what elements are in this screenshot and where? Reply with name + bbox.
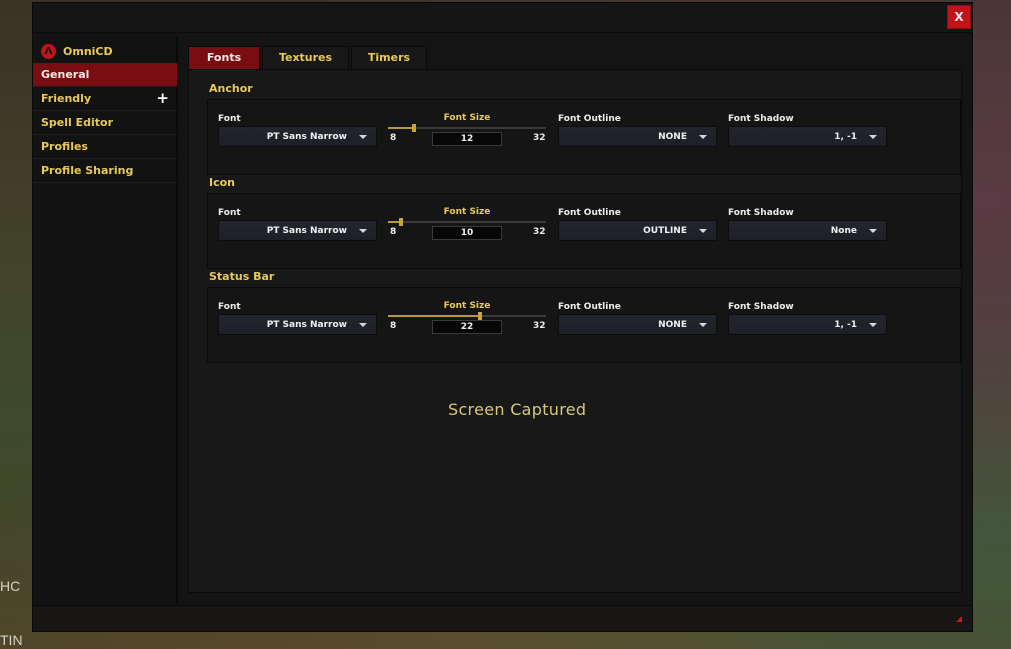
chevron-down-icon (699, 229, 707, 233)
sidebar-item-label: Friendly (41, 92, 92, 105)
brand-name: OmniCD (63, 44, 113, 58)
sidebar-item-spell-editor[interactable]: Spell Editor (33, 111, 177, 135)
sidebar-item-label: Profile Sharing (41, 164, 134, 177)
group-status-bar: Font PT Sans Narrow Font Size 8 22 32 Fo… (207, 287, 961, 363)
font-outline-dropdown[interactable]: NONE (558, 126, 717, 147)
font-shadow-value: None (830, 225, 857, 236)
font-dropdown[interactable]: PT Sans Narrow (218, 126, 377, 147)
content-area: Fonts Textures Timers Anchor Font PT San… (180, 37, 972, 604)
chevron-down-icon (869, 323, 877, 327)
chevron-down-icon (699, 135, 707, 139)
font-dropdown[interactable]: PT Sans Narrow (218, 314, 377, 335)
font-size-min: 8 (390, 133, 397, 143)
font-size-slider[interactable] (388, 124, 546, 132)
chevron-down-icon (359, 323, 367, 327)
font-outline-label: Font Outline (558, 208, 621, 218)
background-text-hc: HC (0, 578, 21, 594)
font-dropdown-value: PT Sans Narrow (266, 131, 347, 142)
chevron-down-icon (359, 135, 367, 139)
font-size-label: Font Size (443, 207, 491, 217)
sidebar-item-profile-sharing[interactable]: Profile Sharing (33, 159, 177, 183)
font-label: Font (218, 114, 241, 124)
font-label: Font (218, 208, 241, 218)
group-title-anchor: Anchor (209, 82, 253, 95)
sidebar-item-label: General (41, 68, 90, 81)
font-dropdown[interactable]: PT Sans Narrow (218, 220, 377, 241)
font-size-min: 8 (390, 321, 397, 331)
font-outline-label: Font Outline (558, 114, 621, 124)
font-shadow-label: Font Shadow (728, 114, 794, 124)
group-title-status-bar: Status Bar (209, 270, 275, 283)
font-dropdown-value: PT Sans Narrow (266, 319, 347, 330)
font-size-slider[interactable] (388, 218, 546, 226)
font-shadow-dropdown[interactable]: 1, -1 (728, 126, 887, 147)
close-button[interactable]: X (947, 5, 971, 29)
font-shadow-label: Font Shadow (728, 302, 794, 312)
font-shadow-dropdown[interactable]: 1, -1 (728, 314, 887, 335)
chevron-down-icon (869, 229, 877, 233)
font-size-slider-thumb[interactable] (412, 124, 417, 132)
resize-grip-icon[interactable] (956, 616, 962, 622)
font-size-slider-thumb[interactable] (478, 312, 483, 320)
group-anchor: Font PT Sans Narrow Font Size 8 12 32 Fo… (207, 99, 961, 175)
omnicd-logo-icon: Λ (41, 43, 56, 59)
font-size-min: 8 (390, 227, 397, 237)
font-shadow-label: Font Shadow (728, 208, 794, 218)
sidebar-nav: General Friendly + Spell Editor Profiles… (33, 63, 177, 183)
window-titlebar[interactable] (33, 3, 972, 33)
font-size-max: 32 (533, 133, 546, 143)
font-size-slider[interactable] (388, 312, 546, 320)
font-size-input[interactable]: 22 (432, 320, 502, 334)
sidebar-item-label: Profiles (41, 140, 88, 153)
font-shadow-dropdown[interactable]: None (728, 220, 887, 241)
font-size-input[interactable]: 12 (432, 132, 502, 146)
brand: Λ OmniCD (41, 42, 113, 60)
font-size-slider-fill (388, 127, 415, 129)
tab-bar: Fonts Textures Timers (188, 46, 429, 69)
font-outline-dropdown[interactable]: OUTLINE (558, 220, 717, 241)
expand-plus-icon[interactable]: + (156, 87, 169, 110)
font-size-label: Font Size (443, 301, 491, 311)
group-title-icon: Icon (209, 176, 236, 189)
status-bar (33, 605, 972, 631)
font-outline-value: NONE (658, 319, 687, 330)
background-text-tin: TIN (0, 632, 23, 648)
font-size-slider-fill (388, 315, 481, 317)
tab-textures[interactable]: Textures (262, 46, 349, 69)
sidebar-item-friendly[interactable]: Friendly + (33, 87, 177, 111)
sidebar-item-label: Spell Editor (41, 116, 114, 129)
font-outline-dropdown[interactable]: NONE (558, 314, 717, 335)
font-size-max: 32 (533, 321, 546, 331)
sidebar-item-general[interactable]: General (33, 63, 177, 87)
font-size-slider-thumb[interactable] (399, 218, 404, 226)
font-label: Font (218, 302, 241, 312)
chevron-down-icon (869, 135, 877, 139)
screen-captured-notice: Screen Captured (448, 400, 587, 419)
sidebar: Λ OmniCD General Friendly + Spell Editor… (33, 37, 178, 604)
font-outline-value: NONE (658, 131, 687, 142)
font-shadow-value: 1, -1 (834, 131, 857, 142)
tab-timers[interactable]: Timers (351, 46, 427, 69)
font-outline-value: OUTLINE (643, 225, 687, 236)
fonts-tab-panel: Anchor Font PT Sans Narrow Font Size 8 1… (188, 69, 962, 593)
chevron-down-icon (699, 323, 707, 327)
sidebar-item-profiles[interactable]: Profiles (33, 135, 177, 159)
font-size-max: 32 (533, 227, 546, 237)
font-outline-label: Font Outline (558, 302, 621, 312)
font-size-input[interactable]: 10 (432, 226, 502, 240)
tab-fonts[interactable]: Fonts (188, 46, 260, 69)
font-dropdown-value: PT Sans Narrow (266, 225, 347, 236)
group-icon: Font PT Sans Narrow Font Size 8 10 32 Fo… (207, 193, 961, 269)
font-size-label: Font Size (443, 113, 491, 123)
font-shadow-value: 1, -1 (834, 319, 857, 330)
chevron-down-icon (359, 229, 367, 233)
